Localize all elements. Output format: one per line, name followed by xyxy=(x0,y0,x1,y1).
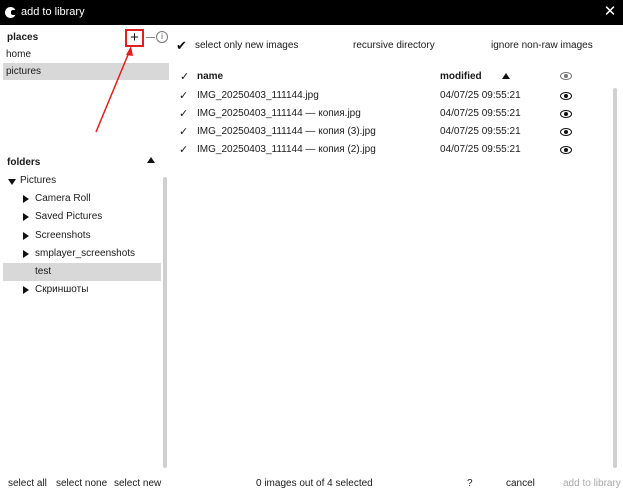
place-item-home[interactable]: home xyxy=(3,46,169,63)
info-icon[interactable]: i xyxy=(156,31,168,43)
place-item-pictures[interactable]: pictures xyxy=(3,63,169,80)
folder-item-smplayer-screenshots[interactable]: smplayer_screenshots xyxy=(3,245,161,263)
file-name: IMG_20250403_111144 — копия.jpg xyxy=(197,108,361,119)
collapse-up-icon[interactable] xyxy=(147,157,155,163)
file-modified: 04/07/25 09:55:21 xyxy=(440,108,521,119)
folder-label: Saved Pictures xyxy=(35,211,103,222)
file-name: IMG_20250403_111144 — копия (3).jpg xyxy=(197,126,376,137)
file-row[interactable]: ✓ IMG_20250403_111144 — копия (2).jpg 04… xyxy=(174,141,600,159)
recursive-directory-toggle[interactable]: recursive directory xyxy=(353,40,435,51)
places-heading: places xyxy=(7,32,39,43)
folder-label: test xyxy=(35,266,52,277)
folder-label: Camera Roll xyxy=(35,193,91,204)
select-new-button[interactable]: select new xyxy=(114,478,161,489)
select-all-button[interactable]: select all xyxy=(8,478,47,489)
eye-icon[interactable] xyxy=(560,110,572,118)
file-modified: 04/07/25 09:55:21 xyxy=(440,126,521,137)
column-header-name[interactable]: name xyxy=(197,71,223,82)
eye-icon[interactable] xyxy=(560,128,572,136)
folder-item-saved-pictures[interactable]: Saved Pictures xyxy=(3,208,161,226)
file-row[interactable]: ✓ IMG_20250403_111144.jpg 04/07/25 09:55… xyxy=(174,87,600,105)
expand-right-icon[interactable] xyxy=(23,232,29,240)
folder-label: Скриншоты xyxy=(35,284,89,295)
files-scrollbar[interactable] xyxy=(613,88,617,468)
add-to-library-button[interactable]: add to library xyxy=(563,478,621,489)
select-only-new-checkbox[interactable]: ✔ xyxy=(176,39,190,52)
checkmark-icon[interactable]: ✓ xyxy=(179,125,188,138)
help-button[interactable]: ? xyxy=(467,478,473,489)
file-row[interactable]: ✓ IMG_20250403_111144 — копия.jpg 04/07/… xyxy=(174,105,600,123)
checkmark-icon[interactable]: ✓ xyxy=(179,143,188,156)
connector-line xyxy=(146,37,155,38)
close-icon[interactable]: ✕ xyxy=(603,3,617,20)
folder-item-skrinshoty[interactable]: Скриншоты xyxy=(3,281,161,299)
file-row[interactable]: ✓ IMG_20250403_111144 — копия (3).jpg 04… xyxy=(174,123,600,141)
selection-status: 0 images out of 4 selected xyxy=(256,478,373,489)
file-name: IMG_20250403_111144.jpg xyxy=(197,90,319,101)
window-title: add to library xyxy=(21,6,85,18)
checkmark-icon[interactable]: ✓ xyxy=(179,89,188,102)
folder-item-pictures[interactable]: Pictures xyxy=(3,172,161,190)
select-only-new-label[interactable]: select only new images xyxy=(195,40,298,51)
title-bar: add to library ✕ xyxy=(0,0,623,25)
place-item-label: home xyxy=(6,49,32,60)
expand-right-icon[interactable] xyxy=(23,286,29,294)
eye-icon[interactable] xyxy=(560,92,572,100)
sort-ascending-icon[interactable] xyxy=(502,73,510,79)
place-item-label: pictures xyxy=(6,66,42,77)
checkmark-icon[interactable]: ✓ xyxy=(179,107,188,120)
folder-label: Pictures xyxy=(20,175,57,186)
select-all-column-check[interactable]: ✓ xyxy=(180,70,189,83)
folder-label: smplayer_screenshots xyxy=(35,248,136,259)
expand-right-icon[interactable] xyxy=(23,250,29,258)
ignore-non-raw-toggle[interactable]: ignore non-raw images xyxy=(491,40,593,51)
footer-bar: select all select none select new 0 imag… xyxy=(0,474,623,494)
file-name: IMG_20250403_111144 — копия (2).jpg xyxy=(197,144,376,155)
preview-eye-icon[interactable] xyxy=(560,72,572,80)
app-logo-icon xyxy=(5,7,17,18)
expand-right-icon[interactable] xyxy=(23,195,29,203)
folder-item-test[interactable]: test xyxy=(3,263,161,281)
folder-item-camera-roll[interactable]: Camera Roll xyxy=(3,190,161,208)
add-place-button[interactable]: + xyxy=(125,29,144,47)
cancel-button[interactable]: cancel xyxy=(506,478,535,489)
file-modified: 04/07/25 09:55:21 xyxy=(440,90,521,101)
eye-icon[interactable] xyxy=(560,146,572,154)
file-modified: 04/07/25 09:55:21 xyxy=(440,144,521,155)
expand-right-icon[interactable] xyxy=(23,213,29,221)
folder-label: Screenshots xyxy=(35,230,91,241)
expand-down-icon[interactable] xyxy=(8,179,16,185)
column-header-modified[interactable]: modified xyxy=(440,71,482,82)
folders-scrollbar[interactable] xyxy=(163,177,167,468)
folder-item-screenshots[interactable]: Screenshots xyxy=(3,227,161,245)
select-none-button[interactable]: select none xyxy=(56,478,107,489)
folders-heading: folders xyxy=(7,157,41,168)
